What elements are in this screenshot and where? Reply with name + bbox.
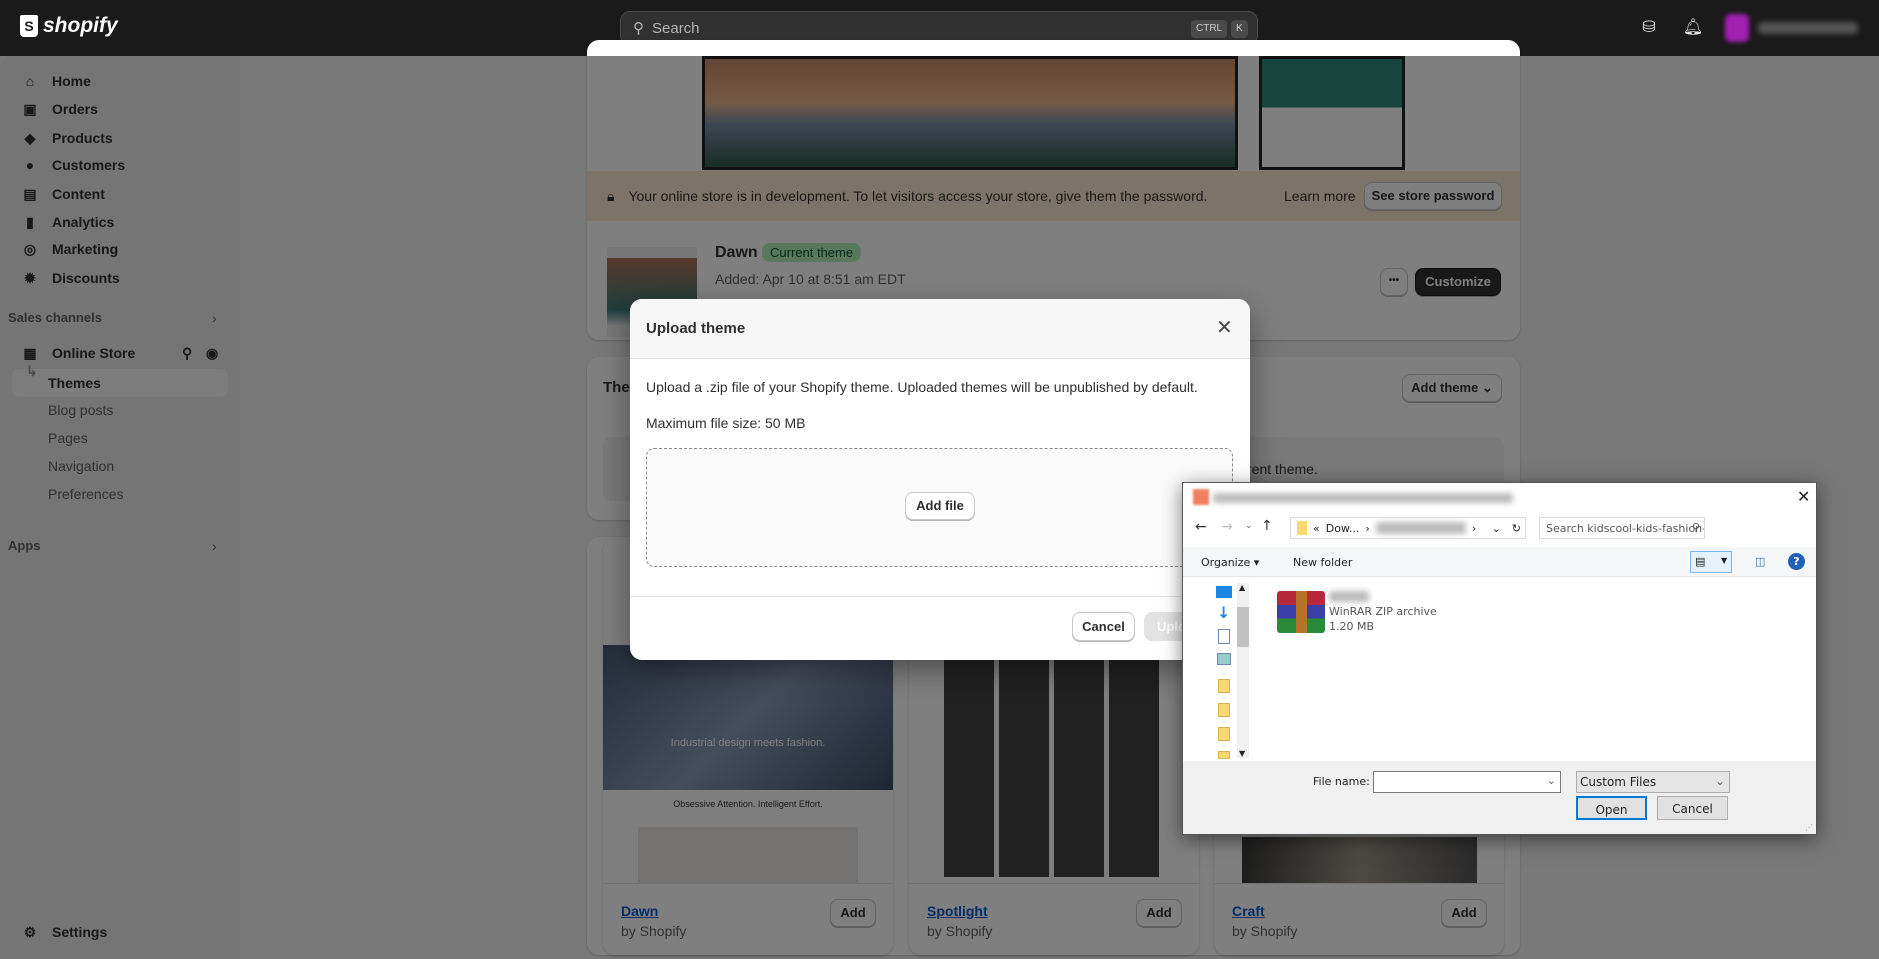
app-icon [1193, 489, 1209, 505]
path-blurred [1375, 522, 1466, 534]
ctrl-key-hint: CTRL [1191, 20, 1228, 38]
search-icon: ⚲ [633, 20, 644, 37]
back-icon[interactable]: ← [1195, 519, 1207, 535]
view-options-button[interactable]: ▤ ▼ [1690, 551, 1732, 573]
close-icon[interactable]: ✕ [1797, 487, 1810, 506]
downloads-icon[interactable]: ↓ [1217, 603, 1230, 622]
search-input[interactable]: Search kidscool-kids-fashion-... ⚲ [1539, 517, 1705, 539]
open-button[interactable]: Open [1576, 796, 1647, 820]
pictures-icon[interactable] [1217, 653, 1231, 665]
folder-icon[interactable] [1218, 703, 1230, 717]
file-name-label: File name: [1313, 775, 1370, 788]
details-view-icon: ▤ [1695, 555, 1706, 568]
organize-menu[interactable]: Organize ▾ [1201, 556, 1259, 569]
store-icon[interactable]: ⛁ [1638, 17, 1660, 39]
help-icon[interactable]: ? [1788, 553, 1805, 570]
resize-grip-icon[interactable]: ⋰ [1805, 823, 1813, 832]
cancel-button[interactable]: Cancel [1072, 612, 1135, 641]
nav-pane-scrollbar[interactable]: ▲ ▼ [1237, 583, 1249, 758]
address-bar[interactable]: « Dow... › › ⌄ ↻ [1290, 517, 1526, 539]
refresh-icon[interactable]: ↻ [1512, 522, 1521, 535]
bell-icon[interactable]: 🔔︎ [1682, 17, 1704, 39]
folder-icon[interactable] [1218, 679, 1230, 693]
documents-icon[interactable] [1218, 629, 1230, 644]
close-icon[interactable]: ✕ [1216, 315, 1233, 340]
cancel-button[interactable]: Cancel [1657, 796, 1728, 820]
shopify-bag-icon: S [20, 15, 38, 37]
file-name-blurred[interactable] [1329, 591, 1369, 602]
chevron-down-icon: ⌄ [1714, 774, 1725, 788]
new-folder-button[interactable]: New folder [1293, 556, 1352, 569]
user-name-blurred[interactable] [1758, 22, 1858, 34]
folder-icon[interactable] [1218, 751, 1230, 759]
max-file-size: Maximum file size: 50 MB [646, 415, 806, 431]
chevron-down-icon[interactable]: ⌄ [1547, 774, 1556, 787]
modal-title: Upload theme [646, 320, 746, 337]
chevron-down-icon: ▼ [1721, 556, 1728, 565]
shopify-logo[interactable]: Sshopify [20, 14, 118, 38]
file-size: 1.20 MB [1329, 620, 1375, 633]
modal-description: Upload a .zip file of your Shopify theme… [646, 379, 1198, 395]
dialog-title-blurred [1213, 493, 1513, 503]
file-type: WinRAR ZIP archive [1329, 605, 1437, 618]
preview-pane-icon[interactable]: ◫ [1755, 555, 1765, 568]
file-name-input[interactable]: ⌄ [1373, 771, 1561, 793]
folder-icon[interactable] [1218, 727, 1230, 741]
k-key-hint: K [1231, 20, 1248, 38]
forward-icon[interactable]: → [1221, 519, 1233, 535]
desktop-icon[interactable] [1216, 586, 1232, 598]
chevron-down-icon[interactable]: ⌄ [1492, 522, 1501, 535]
winrar-archive-icon[interactable] [1277, 591, 1325, 633]
up-icon[interactable]: ↑ [1261, 518, 1273, 534]
folder-icon [1297, 521, 1307, 535]
avatar[interactable] [1725, 14, 1749, 42]
file-type-select[interactable]: Custom Files ⌄ [1576, 771, 1730, 793]
upload-theme-modal: Upload theme ✕ Upload a .zip file of you… [630, 299, 1250, 660]
file-open-dialog: ✕ ← → ⌄ ↑ « Dow... › › ⌄ ↻ Search kidsco… [1182, 482, 1817, 835]
recent-locations-icon[interactable]: ⌄ [1245, 521, 1253, 531]
search-icon: ⚲ [1691, 521, 1700, 534]
add-file-button[interactable]: Add file [905, 492, 975, 520]
